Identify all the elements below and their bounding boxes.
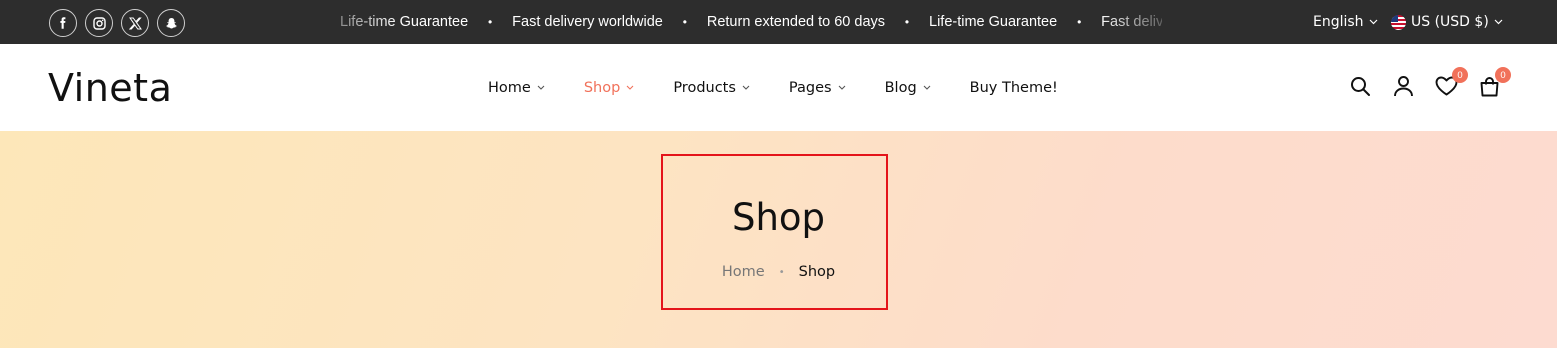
nav-item-home[interactable]: Home — [488, 80, 545, 96]
breadcrumb-current: Shop — [798, 264, 836, 280]
wishlist-button[interactable]: 0 — [1433, 67, 1468, 99]
top-bar: Life-time Guarantee • Fast delivery worldw… — [0, 0, 1557, 44]
nav-item-pages[interactable]: Pages — [789, 80, 846, 96]
marquee-separator: • — [682, 15, 687, 29]
nav-item-buy-theme[interactable]: Buy Theme! — [970, 80, 1058, 96]
marquee-separator: • — [1077, 15, 1082, 29]
marquee-track: Life-time Guarantee • Fast delivery worldw… — [340, 0, 1162, 44]
breadcrumb: Home • Shop — [0, 264, 1557, 280]
site-header: Vineta Home Shop Products Pages Blog Buy Them… — [0, 44, 1557, 131]
marquee-item: Fast delivery worldwide — [512, 14, 663, 30]
facebook-link[interactable] — [49, 9, 77, 37]
nav-item-label: Shop — [583, 79, 621, 96]
search-icon — [1350, 76, 1370, 96]
user-icon — [1393, 76, 1413, 97]
language-selector[interactable]: English — [1313, 0, 1378, 44]
marquee-item: Fast delivery worldwide — [1101, 14, 1162, 30]
announcement-marquee: Life-time Guarantee • Fast delivery worldw… — [340, 0, 1162, 44]
breadcrumb-separator: • — [778, 266, 785, 278]
cart-count-badge: 0 — [1495, 67, 1511, 83]
chevron-down-icon — [626, 85, 634, 90]
language-label: English — [1313, 14, 1364, 30]
search-button[interactable] — [1347, 73, 1373, 99]
snapchat-icon — [165, 17, 177, 28]
marquee-separator: • — [904, 15, 910, 29]
nav-item-label: Pages — [788, 79, 832, 96]
marquee-item: Return extended to 60 days — [706, 14, 886, 30]
nav-item-products[interactable]: Products — [673, 80, 750, 96]
currency-label: US (USD $) — [1411, 14, 1489, 30]
chevron-down-icon — [742, 85, 750, 90]
nav-item-label: Products — [673, 79, 736, 96]
social-links — [49, 9, 185, 37]
currency-selector[interactable]: US (USD $) — [1391, 0, 1503, 44]
breadcrumb-home-link[interactable]: Home — [722, 264, 765, 280]
site-logo[interactable]: Vineta — [48, 66, 172, 110]
facebook-icon — [60, 17, 66, 29]
chevron-down-icon — [1494, 19, 1503, 25]
chevron-down-icon — [1369, 19, 1377, 25]
main-nav: Home Shop Products Pages Blog Buy Theme! — [488, 44, 1058, 131]
cart-button[interactable]: 0 — [1476, 67, 1511, 99]
account-button[interactable] — [1390, 73, 1416, 99]
x-twitter-link[interactable] — [121, 9, 149, 37]
nav-item-shop[interactable]: Shop — [584, 80, 634, 96]
nav-item-label: Buy Theme! — [969, 79, 1058, 96]
chevron-down-icon — [923, 85, 931, 90]
x-twitter-icon — [128, 17, 142, 29]
chevron-down-icon — [838, 85, 845, 90]
chevron-down-icon — [537, 85, 545, 90]
nav-item-blog[interactable]: Blog — [885, 80, 931, 96]
instagram-link[interactable] — [85, 9, 113, 37]
nav-item-label: Home — [488, 79, 531, 96]
marquee-item: Life-time Guarantee — [340, 14, 469, 30]
nav-item-label: Blog — [884, 79, 917, 96]
marquee-separator: • — [488, 15, 493, 29]
snapchat-link[interactable] — [157, 9, 185, 37]
page-title: Shop — [731, 196, 826, 239]
marquee-item: Life-time Guarantee — [929, 14, 1058, 30]
page-title-banner: Shop Home • Shop — [0, 131, 1557, 348]
wishlist-count-badge: 0 — [1452, 67, 1468, 83]
header-actions: 0 0 — [1347, 67, 1511, 99]
instagram-icon — [92, 16, 106, 30]
us-flag-icon — [1391, 14, 1406, 30]
